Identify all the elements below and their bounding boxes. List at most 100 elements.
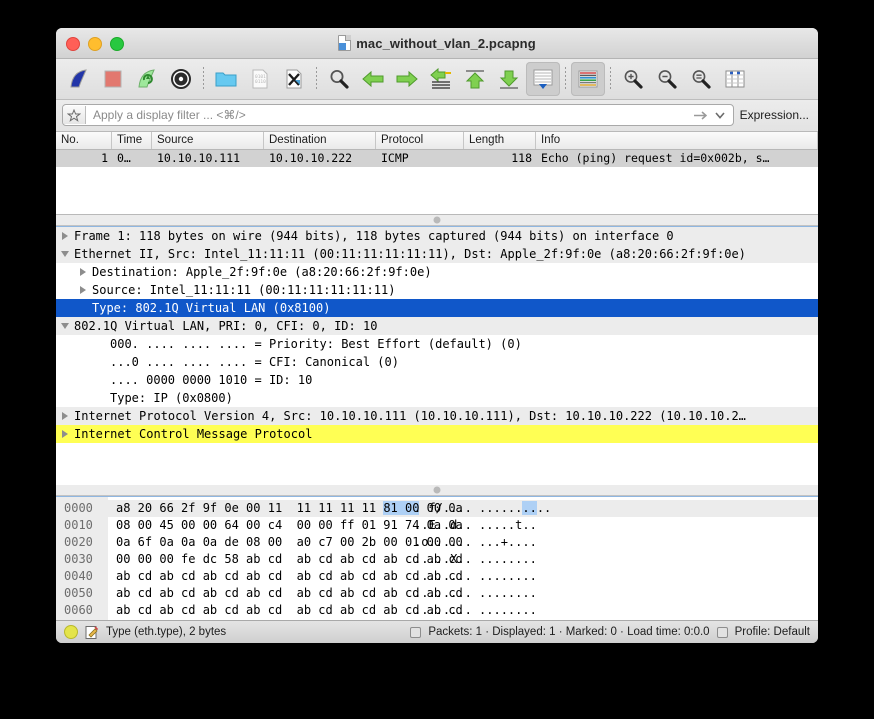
column-header-info[interactable]: Info [536, 132, 818, 149]
display-filter-input[interactable]: Apply a display filter ... <⌘/> [62, 104, 734, 126]
restart-capture-button[interactable] [130, 62, 164, 96]
apply-filter-arrow-icon[interactable] [691, 110, 711, 121]
packet-list-header: No. Time Source Destination Protocol Len… [56, 132, 818, 150]
cell-destination: 10.10.10.222 [269, 151, 353, 165]
go-forward-button[interactable] [390, 62, 424, 96]
hex-ascii: ..E..d.. .....t.. [414, 518, 537, 532]
detail-tree-row[interactable]: Internet Protocol Version 4, Src: 10.10.… [56, 407, 818, 425]
packet-bytes-pane: 00000010002000300040005000600070 a8 20 6… [56, 496, 818, 629]
detail-tree-label: Internet Control Message Protocol [74, 427, 313, 441]
splitter-detail-bytes[interactable] [56, 485, 818, 496]
find-packet-button[interactable] [322, 62, 356, 96]
hex-offset: 0000 [64, 501, 93, 515]
detail-tree-label: Type: IP (0x0800) [110, 391, 233, 405]
collapse-twisty-icon[interactable] [56, 251, 74, 257]
main-toolbar: 0101 0110 [56, 59, 818, 100]
collapse-twisty-icon[interactable] [56, 323, 74, 329]
hex-row[interactable]: 00 00 00 fe dc 58 ab cd ab cd ab cd ab c… [108, 551, 818, 568]
column-header-destination[interactable]: Destination [264, 132, 376, 149]
capture-options-button[interactable] [164, 62, 198, 96]
detail-tree-row[interactable]: Ethernet II, Src: Intel_11:11:11 (00:11:… [56, 245, 818, 263]
detail-tree-row[interactable]: 802.1Q Virtual LAN, PRI: 0, CFI: 0, ID: … [56, 317, 818, 335]
status-resize-grip-left[interactable] [410, 626, 422, 638]
filter-expression-button[interactable]: Expression... [740, 108, 812, 122]
expert-info-icon[interactable] [64, 625, 78, 639]
splitter-list-detail[interactable] [56, 215, 818, 226]
display-filter-bar: Apply a display filter ... <⌘/> Expressi… [56, 100, 818, 132]
arrow-up-top-icon [465, 70, 485, 89]
cell-length: 118 [511, 151, 532, 165]
filter-history-dropdown[interactable] [711, 111, 733, 119]
go-back-button[interactable] [356, 62, 390, 96]
detail-tree-row[interactable]: Frame 1: 118 bytes on wire (944 bits), 1… [56, 227, 818, 245]
hex-ascii-selected: .. [522, 501, 537, 515]
stop-capture-button[interactable] [96, 62, 130, 96]
hex-row[interactable]: a8 20 66 2f 9f 0e 00 11 11 11 11 11 81 0… [108, 500, 818, 517]
hex-row[interactable]: 08 00 45 00 00 64 00 c4 00 00 ff 01 91 7… [108, 517, 818, 534]
status-resize-grip-right[interactable] [716, 626, 728, 638]
hex-ascii: ........ ........ [414, 603, 537, 617]
hex-row[interactable]: ab cd ab cd ab cd ab cd ab cd ab cd ab c… [108, 585, 818, 602]
status-bar: Type (eth.type), 2 bytes Packets: 1 · Di… [56, 620, 818, 643]
toolbar-separator [565, 67, 566, 91]
expand-twisty-icon[interactable] [56, 412, 74, 420]
packet-list-row[interactable]: 1 0… 10.10.10.111 10.10.10.222 ICMP 118 … [56, 150, 818, 167]
column-header-source[interactable]: Source [152, 132, 264, 149]
hex-ascii: . f/.... .......... [414, 501, 552, 515]
close-file-button[interactable] [277, 62, 311, 96]
detail-tree-row[interactable]: 000. .... .... .... = Priority: Best Eff… [56, 335, 818, 353]
arrow-left-icon [362, 70, 384, 88]
auto-scroll-icon [533, 69, 553, 89]
detail-tree-label: ...0 .... .... .... = CFI: Canonical (0) [110, 355, 399, 369]
colorize-icon [578, 70, 598, 88]
start-capture-button[interactable] [62, 62, 96, 96]
colorize-button[interactable] [571, 62, 605, 96]
filter-bookmark-icon[interactable] [63, 106, 86, 124]
column-header-length[interactable]: Length [464, 132, 536, 149]
hex-bytes: a8 20 66 2f 9f 0e 00 11 11 11 11 11 81 0… [116, 501, 463, 515]
open-file-button[interactable] [209, 62, 243, 96]
zoom-normal-icon [692, 70, 711, 89]
detail-tree-label: Type: 802.1Q Virtual LAN (0x8100) [92, 301, 331, 315]
detail-tree-label: Destination: Apple_2f:9f:0e (a8:20:66:2f… [92, 265, 432, 279]
capture-comment-icon[interactable] [85, 625, 99, 640]
chevron-down-icon [715, 111, 725, 119]
detail-tree-row[interactable]: Type: 802.1Q Virtual LAN (0x8100) [56, 299, 818, 317]
hex-row[interactable]: 0a 6f 0a 0a 0a de 08 00 a0 c7 00 2b 00 0… [108, 534, 818, 551]
save-file-button[interactable]: 0101 0110 [243, 62, 277, 96]
shark-fin-restart-icon [138, 69, 155, 88]
expand-twisty-icon[interactable] [56, 430, 74, 438]
save-document-icon: 0101 0110 [252, 69, 268, 89]
hex-row[interactable]: ab cd ab cd ab cd ab cd ab cd ab cd ab c… [108, 602, 818, 619]
expand-twisty-icon[interactable] [74, 286, 92, 294]
detail-tree-row[interactable]: Type: IP (0x0800) [56, 389, 818, 407]
detail-tree-row[interactable]: .... 0000 0000 1010 = ID: 10 [56, 371, 818, 389]
detail-tree-row[interactable]: Source: Intel_11:11:11 (00:11:11:11:11:1… [56, 281, 818, 299]
detail-tree-row[interactable]: Destination: Apple_2f:9f:0e (a8:20:66:2f… [56, 263, 818, 281]
zoom-reset-button[interactable] [684, 62, 718, 96]
detail-tree-row[interactable]: Internet Control Message Protocol [56, 425, 818, 443]
expand-twisty-icon[interactable] [74, 268, 92, 276]
expand-twisty-icon[interactable] [56, 232, 74, 240]
hex-row[interactable]: ab cd ab cd ab cd ab cd ab cd ab cd ab c… [108, 568, 818, 585]
hex-bytes: ab cd ab cd ab cd ab cd ab cd ab cd ab c… [116, 603, 463, 617]
column-header-protocol[interactable]: Protocol [376, 132, 464, 149]
column-header-time[interactable]: Time [112, 132, 152, 149]
detail-tree-label: Frame 1: 118 bytes on wire (944 bits), 1… [74, 229, 674, 243]
go-to-packet-button[interactable] [424, 62, 458, 96]
go-to-last-button[interactable] [492, 62, 526, 96]
window-title: mac_without_vlan_2.pcapng [356, 35, 536, 51]
hex-offset: 0040 [64, 569, 93, 583]
auto-scroll-button[interactable] [526, 62, 560, 96]
column-header-no[interactable]: No. [56, 132, 112, 149]
resize-columns-button[interactable] [718, 62, 752, 96]
detail-tree-row[interactable]: ...0 .... .... .... = CFI: Canonical (0) [56, 353, 818, 371]
arrow-right-thin-icon [693, 110, 707, 120]
display-filter-placeholder: Apply a display filter ... <⌘/> [93, 108, 246, 122]
pcap-file-icon [338, 35, 352, 51]
hex-ascii: .o...... ...+.... [414, 535, 537, 549]
zoom-out-button[interactable] [650, 62, 684, 96]
go-to-first-button[interactable] [458, 62, 492, 96]
status-profile[interactable]: Profile: Default [735, 626, 810, 638]
zoom-in-button[interactable] [616, 62, 650, 96]
